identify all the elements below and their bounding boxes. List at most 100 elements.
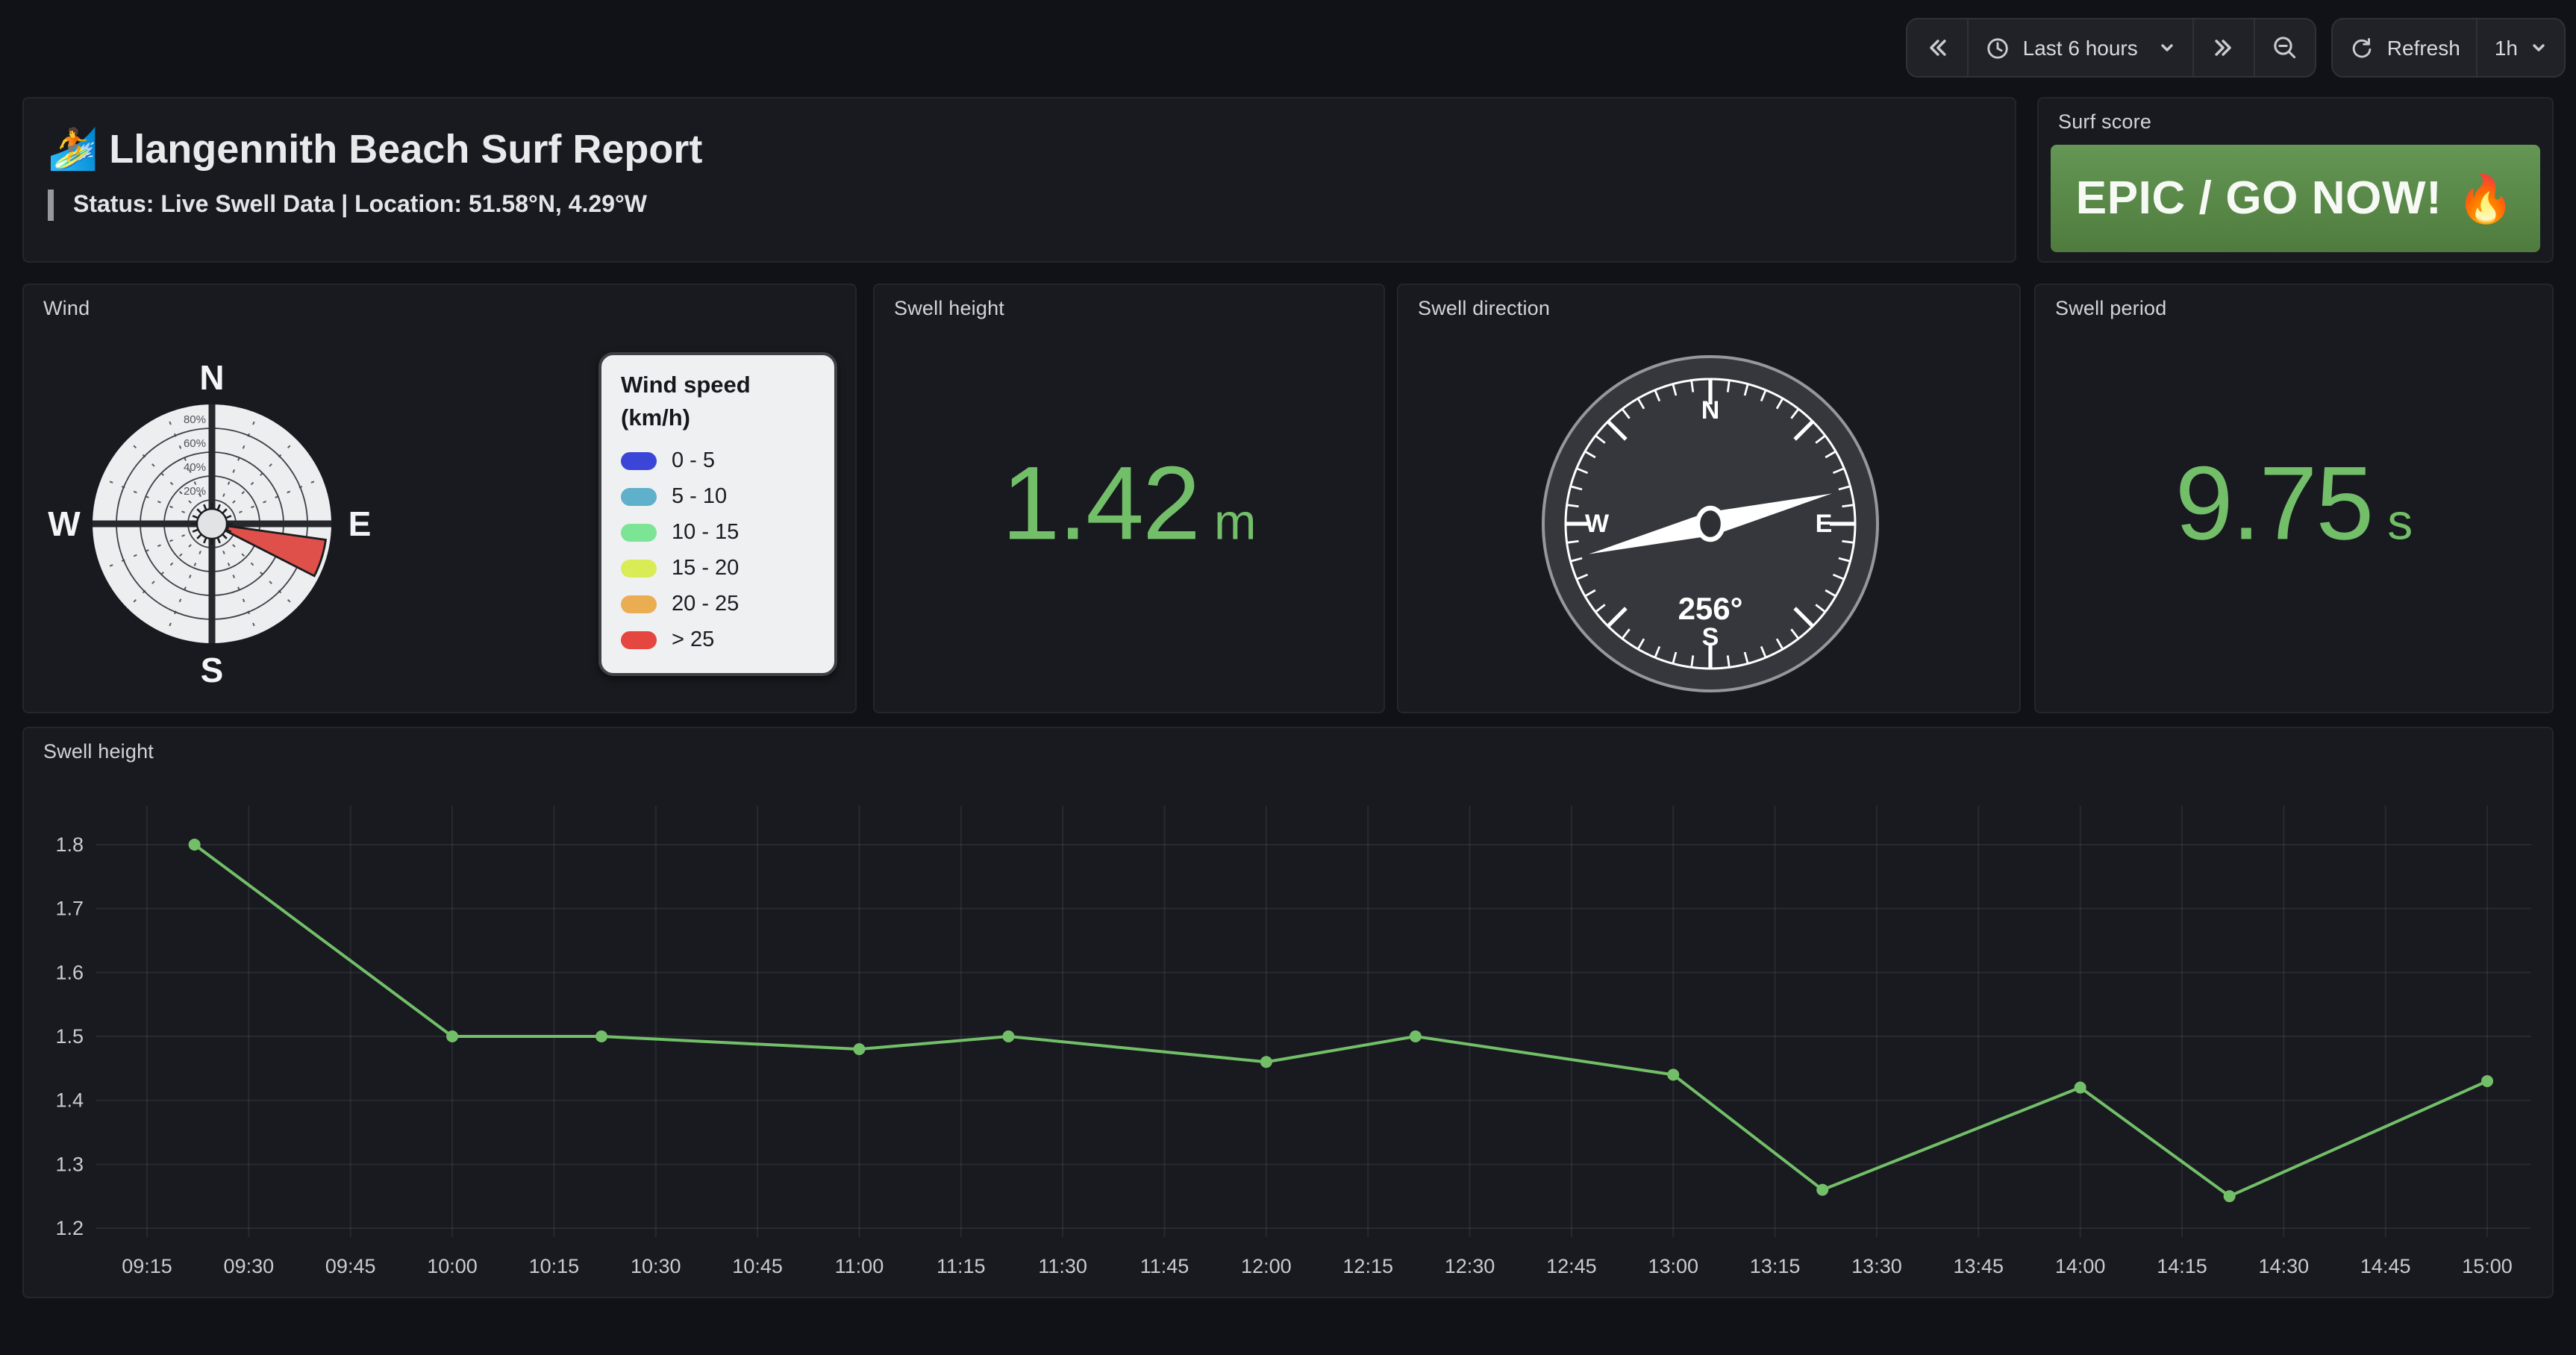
svg-text:10:45: 10:45: [732, 1255, 783, 1277]
surf-score-value-box: EPIC / GO NOW! 🔥: [2051, 145, 2540, 252]
svg-text:E: E: [348, 504, 372, 543]
wind-rose-chart: 20% 40% 60% 80% N E S W: [40, 352, 384, 695]
surf-score-panel: Surf score EPIC / GO NOW! 🔥: [2037, 97, 2554, 263]
svg-text:20%: 20%: [184, 485, 206, 498]
svg-text:E: E: [1816, 510, 1833, 538]
svg-text:14:45: 14:45: [2360, 1255, 2411, 1277]
wind-legend-item: > 25: [621, 628, 815, 652]
swell-period-stat-title: Swell period: [2055, 297, 2167, 319]
time-shift-back-button[interactable]: [1908, 19, 1968, 76]
dashboard-title-text: Llangennith Beach Surf Report: [109, 127, 702, 172]
swell-height-unit: m: [1214, 494, 1257, 552]
legend-swatch: [621, 560, 657, 578]
legend-swatch: [621, 524, 657, 542]
svg-text:1.2: 1.2: [55, 1217, 84, 1239]
refresh-interval-value: 1h: [2495, 36, 2518, 60]
legend-swatch: [621, 452, 657, 470]
svg-text:256°: 256°: [1678, 591, 1743, 626]
zoom-out-time-button[interactable]: [2254, 19, 2316, 76]
svg-text:11:00: 11:00: [835, 1255, 884, 1277]
refresh-button[interactable]: Refresh: [2333, 19, 2477, 76]
swell-period-stat-value-row: 9.75 s: [2036, 443, 2552, 563]
svg-text:12:15: 12:15: [1342, 1255, 1393, 1277]
svg-text:09:15: 09:15: [122, 1255, 172, 1277]
swell-direction-compass: N E S W 256°: [1531, 345, 1889, 703]
quote-bar: [48, 190, 54, 221]
svg-text:1.8: 1.8: [55, 833, 84, 856]
svg-text:1.3: 1.3: [55, 1153, 84, 1175]
svg-text:12:45: 12:45: [1546, 1255, 1597, 1277]
svg-text:09:30: 09:30: [224, 1255, 275, 1277]
wind-speed-legend: Wind speed (km/h) 0 - 5 5 - 10 10 - 15 15 -…: [598, 352, 837, 676]
svg-text:W: W: [1585, 510, 1610, 538]
surfer-emoji: 🏄: [48, 127, 98, 172]
svg-text:10:30: 10:30: [631, 1255, 681, 1277]
chevron-down-icon: [2530, 39, 2548, 57]
chevron-down-icon: [2159, 39, 2177, 57]
time-controls-toolbar: Last 6 hours Refresh: [1907, 18, 2566, 78]
status-text: Status: Live Swell Data | Location: 51.5…: [73, 192, 647, 219]
swell-height-value: 1.42: [1001, 443, 1199, 563]
legend-label: 0 - 5: [672, 449, 715, 473]
svg-text:N: N: [199, 358, 224, 397]
swell-height-timeseries-panel: Swell height 09:1509:3009:4510:0010:1510…: [22, 727, 2554, 1298]
svg-text:1.7: 1.7: [55, 898, 84, 920]
surf-score-panel-title: Surf score: [2058, 110, 2151, 133]
svg-text:1.4: 1.4: [55, 1089, 84, 1112]
surf-score-value: EPIC / GO NOW!: [2076, 172, 2442, 225]
svg-text:40%: 40%: [184, 461, 206, 474]
timeseries-chart-canvas[interactable]: 09:1509:3009:4510:0010:1510:3010:4511:00…: [36, 773, 2543, 1288]
wind-legend-item: 0 - 5: [621, 449, 815, 473]
time-range-label: Last 6 hours: [2023, 36, 2138, 60]
svg-text:13:30: 13:30: [1851, 1255, 1902, 1277]
legend-label: > 25: [672, 628, 714, 652]
swell-height-stat-value-row: 1.42 m: [875, 443, 1384, 563]
svg-text:14:15: 14:15: [2157, 1255, 2207, 1277]
legend-label: 15 - 20: [672, 557, 739, 581]
legend-label: 5 - 10: [672, 485, 727, 509]
time-range-picker-button[interactable]: Last 6 hours: [1968, 19, 2193, 76]
wind-legend-item: 15 - 20: [621, 557, 815, 581]
header-text-panel: 🏄 Llangennith Beach Surf Report Status: …: [22, 97, 2016, 263]
svg-text:13:15: 13:15: [1750, 1255, 1801, 1277]
svg-text:N: N: [1701, 396, 1720, 425]
svg-text:S: S: [1702, 623, 1719, 651]
swell-direction-panel-title: Swell direction: [1418, 297, 1550, 319]
wind-panel-title: Wind: [43, 297, 90, 319]
svg-text:14:00: 14:00: [2055, 1255, 2106, 1277]
svg-text:80%: 80%: [184, 413, 206, 426]
time-shift-forward-button[interactable]: [2193, 19, 2254, 76]
swell-period-unit: s: [2387, 494, 2413, 552]
clock-icon: [1986, 35, 2011, 60]
swell-period-stat-panel: Swell period 9.75 s: [2034, 284, 2554, 713]
time-range-group: Last 6 hours: [1907, 18, 2317, 78]
dashboard: Last 6 hours Refresh: [0, 0, 2576, 1355]
svg-text:1.6: 1.6: [55, 961, 84, 983]
swell-height-stat-panel: Swell height 1.42 m: [873, 284, 1385, 713]
wind-legend-item: 20 - 25: [621, 592, 815, 616]
svg-text:11:15: 11:15: [937, 1255, 986, 1277]
chevrons-right-icon: [2211, 34, 2238, 61]
svg-text:13:45: 13:45: [1954, 1255, 2004, 1277]
svg-text:11:30: 11:30: [1038, 1255, 1087, 1277]
svg-text:14:30: 14:30: [2259, 1255, 2310, 1277]
legend-swatch: [621, 488, 657, 506]
wind-legend-items: 0 - 5 5 - 10 10 - 15 15 - 20 20 - 25 > 25: [621, 449, 815, 652]
timeseries-panel-title: Swell height: [43, 740, 154, 763]
svg-text:S: S: [201, 651, 224, 689]
legend-swatch: [621, 595, 657, 613]
svg-text:W: W: [48, 504, 81, 543]
dashboard-title: 🏄 Llangennith Beach Surf Report: [48, 125, 1991, 173]
svg-text:60%: 60%: [184, 437, 206, 450]
refresh-icon: [2350, 35, 2375, 60]
swell-period-value: 9.75: [2175, 443, 2373, 563]
wind-legend-item: 10 - 15: [621, 521, 815, 545]
svg-text:11:45: 11:45: [1140, 1255, 1189, 1277]
svg-text:09:45: 09:45: [325, 1255, 376, 1277]
swell-direction-panel: Swell direction N E S W 256°: [1397, 284, 2021, 713]
wind-legend-title: Wind speed (km/h): [621, 370, 815, 437]
refresh-interval-dropdown[interactable]: 1h: [2477, 19, 2564, 76]
swell-height-stat-title: Swell height: [894, 297, 1004, 319]
status-line: Status: Live Swell Data | Location: 51.5…: [48, 190, 1991, 221]
svg-text:1.5: 1.5: [55, 1025, 84, 1048]
